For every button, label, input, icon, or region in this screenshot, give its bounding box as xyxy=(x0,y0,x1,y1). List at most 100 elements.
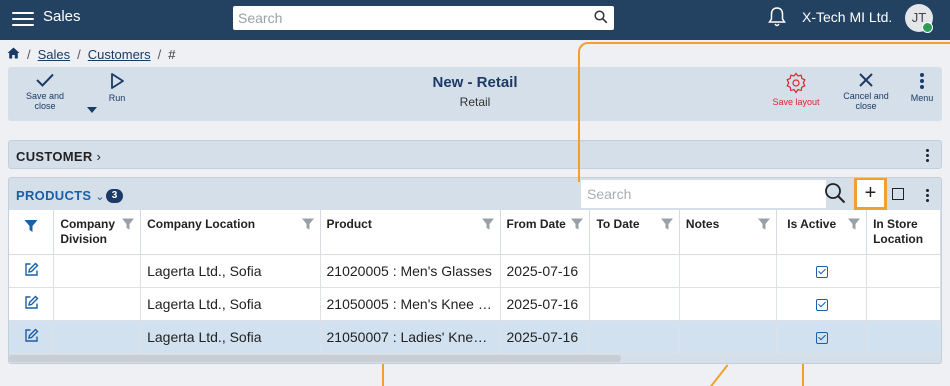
cell-from-date[interactable]: 2025-07-16 xyxy=(500,320,591,354)
cell-is-active xyxy=(776,287,868,321)
filter-icon[interactable] xyxy=(758,218,771,234)
filter-icon[interactable] xyxy=(301,218,314,234)
cell-to-date[interactable] xyxy=(589,254,680,288)
filter-icon[interactable] xyxy=(122,218,135,234)
products-search xyxy=(581,180,826,208)
cell-company-division[interactable] xyxy=(53,254,142,288)
is-active-checkbox[interactable] xyxy=(815,331,828,344)
filter-icon[interactable] xyxy=(571,218,584,234)
is-active-checkbox[interactable] xyxy=(815,265,828,278)
edit-row-cell xyxy=(9,320,55,354)
menu-button[interactable]: Menu xyxy=(906,72,938,103)
search-icon[interactable] xyxy=(824,182,846,207)
caret-down-icon[interactable] xyxy=(87,101,97,116)
horizontal-scrollbar[interactable] xyxy=(9,355,621,362)
company-name[interactable]: X-Tech MI Ltd. xyxy=(802,9,892,25)
column-header-to-date[interactable]: To Date xyxy=(589,210,680,255)
edit-row-cell xyxy=(9,254,55,288)
breadcrumb: / Sales / Customers / # xyxy=(7,47,176,62)
column-filter-toggle[interactable] xyxy=(9,210,55,255)
customer-kebab-icon[interactable] xyxy=(922,149,932,163)
cell-in-store-location[interactable] xyxy=(866,287,941,321)
filter-icon xyxy=(24,220,38,232)
column-header-in-store-location[interactable]: In Store Location xyxy=(866,210,941,255)
save-and-close-button[interactable]: Save and close xyxy=(22,72,68,111)
cell-company-division[interactable] xyxy=(53,287,142,321)
cell-product[interactable]: 21050007 : Ladies' Knee High xyxy=(320,320,501,354)
column-header-company-division[interactable]: Company Division xyxy=(53,210,142,255)
cell-to-date[interactable] xyxy=(589,320,680,354)
annotation-line xyxy=(802,364,804,386)
filter-icon[interactable] xyxy=(848,218,861,234)
select-all-icon[interactable] xyxy=(892,188,904,200)
cell-company-location[interactable]: Lagerta Ltd., Sofia xyxy=(140,320,321,354)
is-active-checkbox[interactable] xyxy=(815,298,828,311)
cell-product[interactable]: 21050005 : Men's Knee High xyxy=(320,287,501,321)
breadcrumb-current: # xyxy=(168,47,176,62)
search-icon[interactable] xyxy=(594,10,608,27)
cell-in-store-location[interactable] xyxy=(866,254,941,288)
close-icon xyxy=(859,73,873,87)
chevron-right-icon: › xyxy=(96,149,102,164)
table-row[interactable]: Lagerta Ltd., Sofia 21020005 : Men's Gla… xyxy=(9,254,941,288)
annotation-line xyxy=(382,364,384,386)
customer-label: CUSTOMER › xyxy=(16,149,102,164)
home-icon[interactable] xyxy=(7,47,20,62)
hamburger-menu-icon[interactable] xyxy=(12,8,34,28)
cell-notes[interactable] xyxy=(679,320,778,354)
column-header-is-active[interactable]: Is Active xyxy=(776,210,868,255)
products-section: PRODUCTS ⌄ 3 + Company Division Company … xyxy=(8,177,942,364)
checkmark-icon xyxy=(36,73,54,87)
run-button[interactable]: Run xyxy=(103,72,131,103)
products-label[interactable]: PRODUCTS ⌄ xyxy=(16,188,105,203)
customer-section-header[interactable]: CUSTOMER › xyxy=(8,140,942,169)
cell-company-location[interactable]: Lagerta Ltd., Sofia xyxy=(140,287,321,321)
cell-to-date[interactable] xyxy=(589,287,680,321)
kebab-icon xyxy=(920,73,924,89)
save-layout-label: Save layout xyxy=(772,97,820,107)
save-layout-button[interactable]: Save layout xyxy=(768,72,824,107)
app-title: Sales xyxy=(43,8,81,25)
products-table: Company Division Company Location Produc… xyxy=(9,210,941,354)
cell-is-active xyxy=(776,254,868,288)
cell-from-date[interactable]: 2025-07-16 xyxy=(500,287,591,321)
products-kebab-icon[interactable] xyxy=(922,189,932,203)
top-bar: Sales X-Tech MI Ltd. JT xyxy=(0,0,950,40)
cell-notes[interactable] xyxy=(679,254,778,288)
cell-in-store-location[interactable] xyxy=(866,320,941,354)
add-row-button[interactable]: + xyxy=(854,178,887,210)
play-icon xyxy=(111,73,124,89)
global-search-input[interactable] xyxy=(233,6,573,30)
edit-icon[interactable] xyxy=(24,295,39,313)
edit-icon[interactable] xyxy=(24,328,39,346)
column-header-company-location[interactable]: Company Location xyxy=(140,210,321,255)
filter-icon[interactable] xyxy=(660,218,673,234)
annotation-line xyxy=(709,364,729,386)
cell-company-division[interactable] xyxy=(53,320,142,354)
cell-company-location[interactable]: Lagerta Ltd., Sofia xyxy=(140,254,321,288)
products-search-input[interactable] xyxy=(581,180,811,208)
table-row-selected[interactable]: Lagerta Ltd., Sofia 21050007 : Ladies' K… xyxy=(9,320,941,354)
edit-row-cell xyxy=(9,287,55,321)
column-header-product[interactable]: Product xyxy=(320,210,501,255)
gear-icon xyxy=(786,72,806,94)
products-count-badge: 3 xyxy=(106,189,123,203)
cell-is-active xyxy=(776,320,868,354)
table-row[interactable]: Lagerta Ltd., Sofia 21050005 : Men's Kne… xyxy=(9,287,941,321)
breadcrumb-customers[interactable]: Customers xyxy=(88,47,151,62)
cancel-and-close-button[interactable]: Cancel and close xyxy=(838,72,894,111)
cell-notes[interactable] xyxy=(679,287,778,321)
table-header-row: Company Division Company Location Produc… xyxy=(9,210,941,255)
cancel-and-close-label: Cancel and close xyxy=(843,91,889,111)
column-header-from-date[interactable]: From Date xyxy=(500,210,591,255)
bell-icon[interactable] xyxy=(767,6,787,31)
filter-icon[interactable] xyxy=(481,218,494,234)
global-search xyxy=(233,6,614,30)
online-status-icon xyxy=(922,22,933,33)
edit-icon[interactable] xyxy=(24,262,39,280)
cell-product[interactable]: 21020005 : Men's Glasses xyxy=(320,254,501,288)
breadcrumb-sales[interactable]: Sales xyxy=(38,47,71,62)
cell-from-date[interactable]: 2025-07-16 xyxy=(500,254,591,288)
column-header-notes[interactable]: Notes xyxy=(679,210,778,255)
chevron-down-icon: ⌄ xyxy=(95,191,105,203)
